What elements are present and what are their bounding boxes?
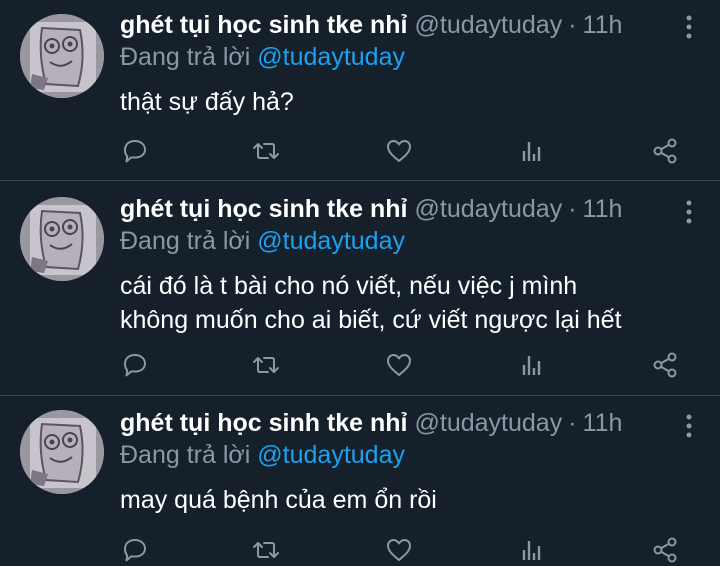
more-button[interactable] bbox=[682, 413, 696, 439]
like-button[interactable] bbox=[384, 136, 414, 166]
tweet[interactable]: ghét tụi học sinh tke nhỉ @tudaytuday · … bbox=[0, 396, 720, 566]
more-button[interactable] bbox=[682, 14, 696, 40]
reply-icon bbox=[124, 140, 146, 163]
tweet-text: thật sự đấy hả? bbox=[120, 88, 294, 116]
user-handle[interactable]: @tudaytuday bbox=[415, 194, 563, 225]
reply-target-link[interactable]: @tudaytuday bbox=[257, 43, 405, 71]
share-icon bbox=[653, 138, 677, 164]
more-vertical-icon bbox=[686, 200, 692, 224]
retweet-button[interactable] bbox=[251, 535, 281, 565]
analytics-icon bbox=[522, 541, 541, 560]
tweet[interactable]: ghét tụi học sinh tke nhỉ @tudaytuday · … bbox=[0, 0, 720, 181]
tweet-content: ghét tụi học sinh tke nhỉ @tudaytuday · … bbox=[120, 194, 698, 337]
reply-context: Đang trả lời @tudaytuday bbox=[120, 225, 698, 257]
retweet-icon bbox=[253, 143, 279, 159]
tweet-actions bbox=[120, 136, 680, 168]
heart-icon bbox=[387, 354, 411, 376]
tweet-header: ghét tụi học sinh tke nhỉ @tudaytuday · … bbox=[120, 10, 698, 41]
retweet-icon bbox=[253, 542, 279, 558]
share-button[interactable] bbox=[650, 535, 680, 565]
reply-icon bbox=[124, 354, 146, 377]
reply-prefix: Đang trả lời bbox=[120, 227, 251, 255]
tweet-text: may quá bệnh của em ổn rồi bbox=[120, 486, 437, 514]
reply-context: Đang trả lời @tudaytuday bbox=[120, 41, 698, 73]
reply-button[interactable] bbox=[120, 350, 150, 380]
share-icon bbox=[653, 352, 677, 378]
avatar[interactable] bbox=[20, 14, 104, 98]
user-handle[interactable]: @tudaytuday bbox=[415, 408, 563, 439]
user-handle[interactable]: @tudaytuday bbox=[415, 10, 563, 41]
analytics-button[interactable] bbox=[517, 350, 547, 380]
tweet-header: ghét tụi học sinh tke nhỉ @tudaytuday · … bbox=[120, 194, 698, 225]
retweet-button[interactable] bbox=[251, 350, 281, 380]
avatar-image bbox=[20, 197, 104, 281]
display-name[interactable]: ghét tụi học sinh tke nhỉ bbox=[120, 10, 408, 41]
avatar[interactable] bbox=[20, 197, 104, 281]
timestamp[interactable]: 11h bbox=[583, 194, 623, 225]
like-button[interactable] bbox=[384, 535, 414, 565]
tweet-content: ghét tụi học sinh tke nhỉ @tudaytuday · … bbox=[120, 408, 698, 517]
timestamp[interactable]: 11h bbox=[583, 10, 623, 41]
timeline: ghét tụi học sinh tke nhỉ @tudaytuday · … bbox=[0, 0, 720, 566]
like-button[interactable] bbox=[384, 350, 414, 380]
display-name[interactable]: ghét tụi học sinh tke nhỉ bbox=[120, 408, 408, 439]
reply-button[interactable] bbox=[120, 535, 150, 565]
more-vertical-icon bbox=[686, 15, 692, 39]
reply-target-link[interactable]: @tudaytuday bbox=[257, 441, 405, 469]
share-icon bbox=[653, 537, 677, 563]
tweet-header: ghét tụi học sinh tke nhỉ @tudaytuday · … bbox=[120, 408, 698, 439]
analytics-icon bbox=[522, 142, 541, 161]
reply-prefix: Đang trả lời bbox=[120, 43, 251, 71]
analytics-button[interactable] bbox=[517, 136, 547, 166]
separator: · bbox=[568, 195, 577, 223]
more-button[interactable] bbox=[682, 199, 696, 225]
timestamp[interactable]: 11h bbox=[583, 408, 623, 439]
tweet-actions bbox=[120, 535, 680, 566]
reply-icon bbox=[124, 539, 146, 562]
share-button[interactable] bbox=[650, 350, 680, 380]
reply-target-link[interactable]: @tudaytuday bbox=[257, 227, 405, 255]
tweet[interactable]: ghét tụi học sinh tke nhỉ @tudaytuday · … bbox=[0, 181, 720, 396]
tweet-content: ghét tụi học sinh tke nhỉ @tudaytuday · … bbox=[120, 10, 698, 119]
more-vertical-icon bbox=[686, 414, 692, 438]
share-button[interactable] bbox=[650, 136, 680, 166]
avatar[interactable] bbox=[20, 410, 104, 494]
avatar-image bbox=[20, 410, 104, 494]
analytics-button[interactable] bbox=[517, 535, 547, 565]
reply-context: Đang trả lời @tudaytuday bbox=[120, 439, 698, 471]
display-name[interactable]: ghét tụi học sinh tke nhỉ bbox=[120, 194, 408, 225]
tweet-text: cái đó là t bài cho nó viết, nếu việc j … bbox=[120, 272, 622, 334]
separator: · bbox=[568, 11, 577, 39]
separator: · bbox=[568, 409, 577, 437]
retweet-icon bbox=[253, 357, 279, 373]
heart-icon bbox=[387, 140, 411, 162]
reply-button[interactable] bbox=[120, 136, 150, 166]
analytics-icon bbox=[522, 356, 541, 375]
avatar-image bbox=[20, 14, 104, 98]
tweet-actions bbox=[120, 350, 680, 382]
heart-icon bbox=[387, 539, 411, 561]
reply-prefix: Đang trả lời bbox=[120, 441, 251, 469]
retweet-button[interactable] bbox=[251, 136, 281, 166]
